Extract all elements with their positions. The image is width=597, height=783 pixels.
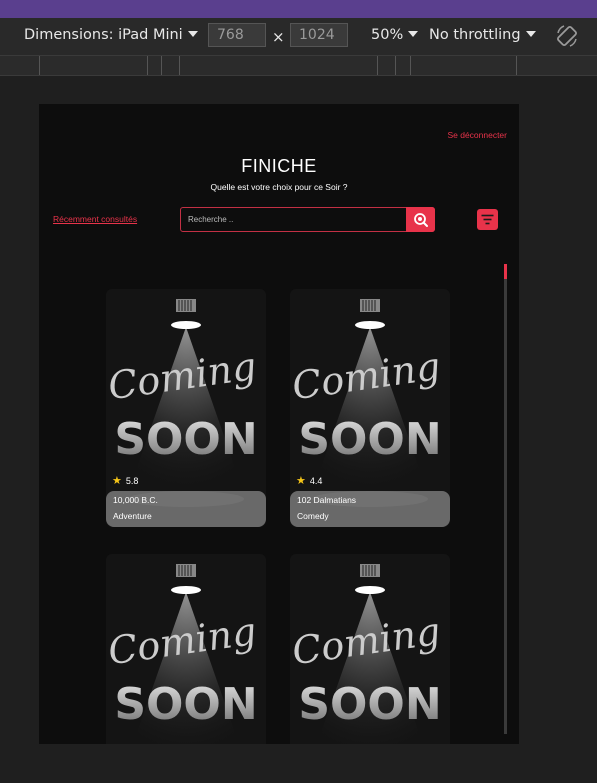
scrollbar-track[interactable] [504, 264, 507, 734]
recently-viewed-link[interactable]: Récemment consultés [53, 214, 137, 224]
movie-title: 10,000 B.C. [113, 495, 158, 505]
ruler-tick [147, 56, 148, 75]
poster-image: Coming SOON [106, 554, 266, 744]
device-viewport: Se déconnecter FINICHE Quelle est votre … [39, 104, 519, 744]
ruler-tick [395, 56, 396, 75]
ruler-tick [377, 56, 378, 75]
chevron-down-icon [525, 31, 536, 37]
card-info: 102 Dalmatians Comedy [290, 491, 450, 527]
device-select[interactable]: Dimensions: iPad Mini [24, 27, 198, 43]
rating: ★ 4.4 [296, 474, 322, 487]
zoom-label: 50% [371, 27, 404, 43]
chevron-down-icon [187, 31, 198, 37]
movie-card[interactable]: Coming SOON ★ 4.4 102 Dalmatians Comedy [290, 289, 450, 527]
app-title: FINICHE [241, 156, 317, 176]
search-bar [180, 207, 435, 232]
movie-title: 102 Dalmatians [297, 495, 357, 505]
ruler-tick [161, 56, 162, 75]
ruler-tick [516, 56, 517, 75]
search-icon [413, 212, 428, 227]
rotate-icon[interactable] [555, 24, 579, 48]
zoom-select[interactable]: 50% [371, 27, 419, 43]
rating-value: 5.8 [125, 475, 139, 486]
star-icon: ★ [112, 475, 122, 487]
poster-image: Coming SOON [290, 554, 450, 744]
movie-genre: Comedy [297, 511, 329, 521]
poster-soon-text: SOON [298, 414, 441, 465]
device-select-label: Dimensions: iPad Mini [24, 27, 183, 43]
ruler-tick [410, 56, 411, 75]
chevron-down-icon [408, 31, 419, 37]
ruler-tick [179, 56, 180, 75]
poster-soon-text: SOON [114, 679, 257, 730]
card-info: 10,000 B.C. Adventure [106, 491, 266, 527]
throttling-label: No throttling [429, 27, 521, 43]
filter-icon [481, 214, 494, 225]
height-input[interactable]: 1024 [290, 23, 348, 47]
times-sign: × [272, 28, 285, 46]
ruler-tick [39, 56, 40, 75]
scrollbar-thumb[interactable] [504, 264, 507, 279]
width-input[interactable]: 768 [208, 23, 266, 47]
movie-card[interactable]: Coming SOON [106, 554, 266, 744]
device-toolbar: Dimensions: iPad Mini 768 × 1024 50% No … [0, 18, 597, 56]
search-input[interactable] [181, 208, 405, 231]
search-button[interactable] [406, 207, 435, 232]
movie-card[interactable]: Coming SOON ★ 5.8 10,000 B.C. Adventure [106, 289, 266, 527]
rating-value: 4.4 [309, 475, 323, 486]
poster-soon-text: SOON [114, 414, 257, 465]
throttling-select[interactable]: No throttling [429, 27, 536, 43]
movie-genre: Adventure [113, 511, 152, 521]
filter-button[interactable] [477, 209, 498, 230]
movie-card[interactable]: Coming SOON [290, 554, 450, 744]
logout-link[interactable]: Se déconnecter [447, 130, 507, 140]
window-title-bar [0, 0, 597, 18]
media-query-ruler [0, 56, 597, 76]
rating: ★ 5.8 [112, 474, 138, 487]
star-icon: ★ [296, 475, 306, 487]
app-subtitle: Quelle est votre choix pour ce Soir ? [210, 182, 348, 192]
poster-soon-text: SOON [298, 679, 441, 730]
